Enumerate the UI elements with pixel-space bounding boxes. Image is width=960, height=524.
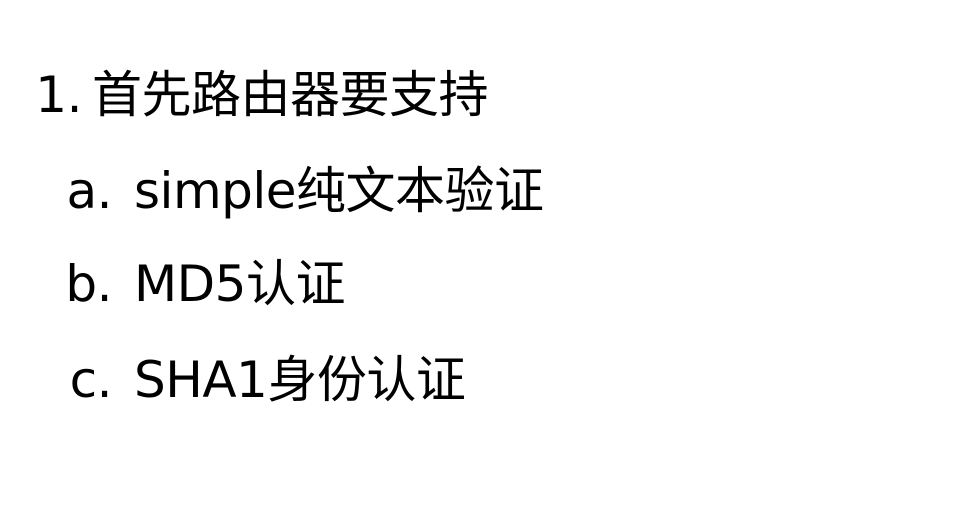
- sub-list-letter: c.: [69, 351, 113, 409]
- sub-list-item-text: MD5认证: [134, 255, 345, 313]
- list-number: 1.: [35, 66, 82, 124]
- sub-list-letter: b.: [65, 255, 112, 313]
- list-item: 1. 首先路由器要支持: [22, 65, 488, 125]
- sub-list-letter: a.: [66, 162, 112, 220]
- list-item-text: 首先路由器要支持: [92, 66, 489, 124]
- sub-list-item: a. simple纯文本验证: [0, 161, 544, 221]
- sub-list-item: b. MD5认证: [0, 254, 345, 314]
- sub-list-item-text: SHA1身份认证: [134, 351, 466, 409]
- sub-list-item-text: simple纯文本验证: [134, 162, 544, 220]
- sub-list-item: c. SHA1身份认证: [0, 350, 466, 410]
- document-page: 1. 首先路由器要支持 a. simple纯文本验证 b. MD5认证 c. S…: [0, 0, 960, 524]
